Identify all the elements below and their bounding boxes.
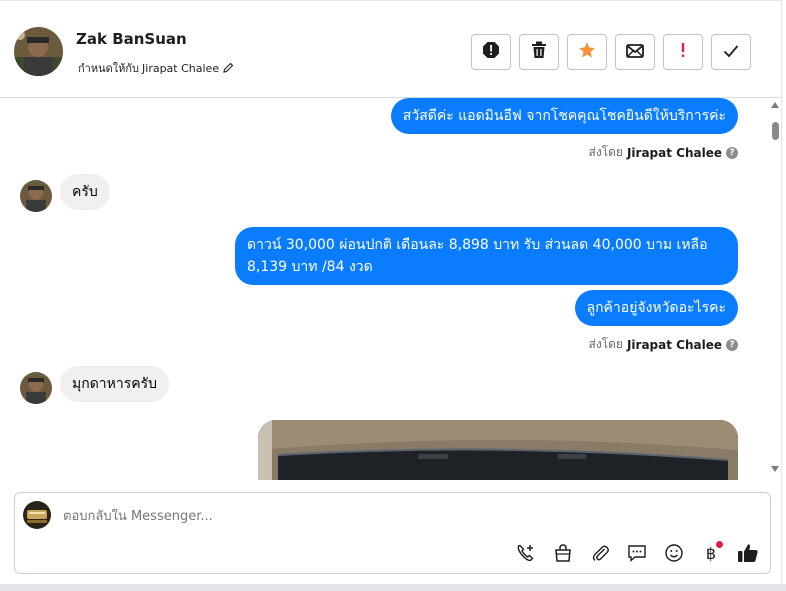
sent-by-label: ส่งโดย (588, 337, 623, 351)
exclamation-icon (680, 42, 686, 62)
mark-done-button[interactable] (711, 34, 751, 70)
call-add-icon[interactable] (514, 541, 538, 565)
contact-avatar-small (20, 180, 52, 212)
assign-row[interactable]: กำหนดให้กับ Jirapat Chalee (78, 59, 234, 77)
reply-composer: ฿ (14, 492, 771, 574)
envelope-icon (626, 43, 644, 62)
notification-dot (716, 541, 723, 548)
composer-toolbar: ฿ (514, 541, 760, 565)
thread-scrollbar[interactable] (768, 98, 782, 480)
assign-label: กำหนดให้กับ (78, 62, 140, 75)
emoji-icon[interactable] (662, 541, 686, 565)
report-icon (482, 41, 500, 63)
reply-input[interactable] (63, 509, 563, 524)
trash-icon (531, 41, 547, 63)
star-button[interactable] (567, 34, 607, 70)
shopping-bag-icon[interactable] (551, 541, 575, 565)
baht-glyph: ฿ (705, 543, 717, 563)
pencil-icon[interactable] (222, 62, 234, 74)
follow-up-button[interactable] (663, 34, 703, 70)
scroll-down-arrow[interactable] (771, 466, 779, 472)
info-icon[interactable]: ? (726, 338, 738, 351)
image-attachment[interactable] (258, 420, 738, 480)
sent-by-line: ส่งโดย Jirapat Chalee ? (588, 335, 738, 354)
assignee-name[interactable]: Jirapat Chalee (142, 62, 219, 75)
report-spam-button[interactable] (471, 34, 511, 70)
checkmark-icon (723, 43, 739, 62)
star-icon (578, 41, 596, 63)
contact-avatar[interactable] (14, 27, 63, 76)
incoming-message[interactable]: ครับ (60, 174, 110, 210)
page-avatar (23, 501, 51, 529)
mark-unread-button[interactable] (615, 34, 655, 70)
conversation-panel: Zak BanSuan กำหนดให้กับ Jirapat Chalee ส… (0, 0, 786, 591)
sent-by-label: ส่งโดย (588, 145, 623, 159)
sent-by-line: ส่งโดย Jirapat Chalee ? (588, 143, 738, 162)
sender-name: Jirapat Chalee (626, 337, 722, 352)
paperclip-icon[interactable] (588, 541, 612, 565)
conversation-header: Zak BanSuan กำหนดให้กับ Jirapat Chalee (0, 0, 782, 98)
thumbs-up-icon[interactable] (736, 541, 760, 565)
baht-payment-icon[interactable]: ฿ (699, 541, 723, 565)
message-thread[interactable]: สวัสดีค่ะ แอดมินอีฟ จากโชคคุณโชคยินดีให้… (0, 98, 768, 480)
scroll-thumb[interactable] (772, 122, 779, 140)
contact-name[interactable]: Zak BanSuan (76, 30, 187, 48)
conversation-toolbar (471, 34, 751, 70)
outgoing-message[interactable]: ลูกค้าอยู่จังหวัดอะไรคะ (574, 290, 738, 326)
delete-button[interactable] (519, 34, 559, 70)
saved-reply-icon[interactable] (625, 541, 649, 565)
incoming-message[interactable]: มุกดาหารครับ (60, 366, 170, 402)
info-icon[interactable]: ? (726, 146, 738, 159)
contact-avatar-small (20, 372, 52, 404)
outgoing-message[interactable]: ดาวน์ 30,000 ผ่อนปกติ เดือนละ 8,898 บาท … (235, 227, 738, 285)
scroll-up-arrow[interactable] (771, 102, 779, 108)
bottom-strip (0, 584, 786, 591)
outgoing-message[interactable]: สวัสดีค่ะ แอดมินอีฟ จากโชคคุณโชคยินดีให้… (390, 98, 738, 134)
sender-name: Jirapat Chalee (626, 145, 722, 160)
